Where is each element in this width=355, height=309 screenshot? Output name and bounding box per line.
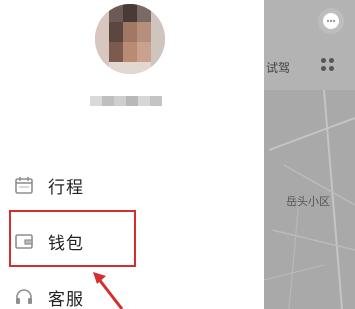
chat-icon [323,13,339,29]
map-place-label: 岳头小区 [286,195,330,208]
menu-item-label: 客服 [48,289,84,309]
avatar[interactable] [95,4,165,74]
username-blurred [90,96,162,106]
chat-button[interactable] [318,8,344,34]
map-view[interactable]: 试驾 岳头小区 [264,0,355,309]
calendar-icon [15,177,33,194]
headset-icon [16,289,32,304]
menu-item-trips[interactable]: 行程 [14,171,134,199]
wallet-highlight-box [9,210,136,267]
menu-item-label: 行程 [48,177,84,198]
map-tab-label[interactable]: 试驾 [266,59,290,76]
side-drawer: 行程 钱包 客服 [0,0,264,309]
annotation-arrow [93,272,124,309]
grid-icon[interactable] [321,58,335,72]
